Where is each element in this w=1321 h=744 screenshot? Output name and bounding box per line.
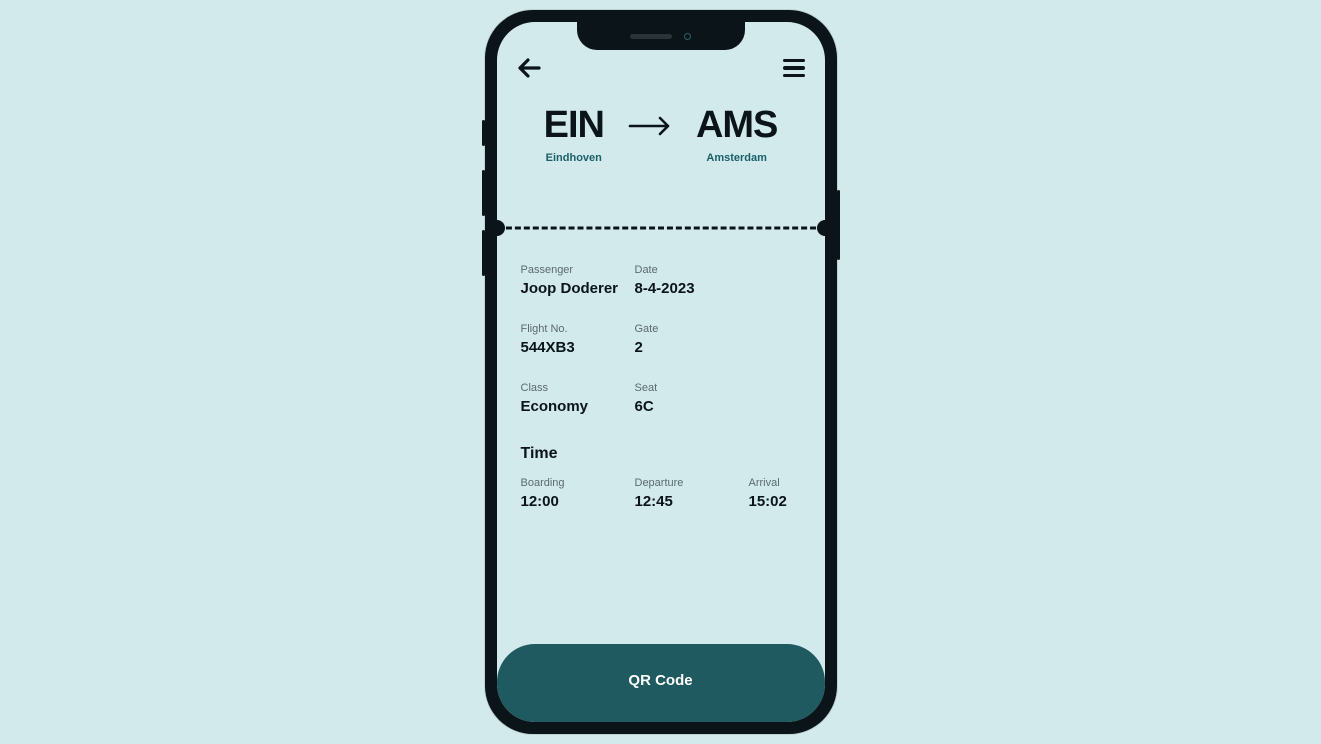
speaker: [630, 34, 672, 39]
hamburger-icon: [783, 59, 805, 63]
seat-field: Seat 6C: [635, 382, 749, 415]
gate-label: Gate: [635, 323, 749, 335]
ticket-divider: [497, 220, 825, 236]
destination-code: AMS: [696, 106, 777, 144]
date-field: Date 8-4-2023: [635, 264, 749, 297]
boarding-label: Boarding: [521, 477, 635, 489]
route-arrow: [628, 116, 672, 141]
dashed-line: [497, 227, 825, 230]
boarding-field: Boarding 12:00: [521, 477, 635, 510]
class-label: Class: [521, 382, 635, 394]
qr-code-label: QR Code: [628, 672, 692, 689]
passenger-value: Joop Doderer: [521, 280, 635, 297]
origin: EIN Eindhoven: [544, 106, 604, 164]
camera: [684, 33, 691, 40]
arrow-left-icon: [517, 58, 541, 78]
arrival-field: Arrival 15:02: [749, 477, 825, 510]
class-field: Class Economy: [521, 382, 635, 415]
date-label: Date: [635, 264, 749, 276]
destination-city: Amsterdam: [696, 152, 777, 164]
date-value: 8-4-2023: [635, 280, 749, 297]
details: Passenger Joop Doderer Date 8-4-2023 Fli…: [497, 236, 825, 415]
passenger-field: Passenger Joop Doderer: [521, 264, 635, 297]
departure-field: Departure 12:45: [635, 477, 749, 510]
arrival-value: 15:02: [749, 493, 825, 510]
origin-city: Eindhoven: [544, 152, 604, 164]
class-value: Economy: [521, 398, 635, 415]
time-title: Time: [521, 445, 801, 463]
phone-notch: [577, 22, 745, 50]
gate-field: Gate 2: [635, 323, 749, 356]
departure-label: Departure: [635, 477, 749, 489]
passenger-label: Passenger: [521, 264, 635, 276]
departure-value: 12:45: [635, 493, 749, 510]
side-button: [482, 170, 485, 216]
seat-value: 6C: [635, 398, 749, 415]
side-button: [482, 230, 485, 276]
back-button[interactable]: [517, 58, 541, 78]
side-button: [837, 190, 840, 260]
screen: EIN Eindhoven AMS Amsterdam Passenger: [497, 22, 825, 722]
destination: AMS Amsterdam: [696, 106, 777, 164]
flight-no-field: Flight No. 544XB3: [521, 323, 635, 356]
seat-label: Seat: [635, 382, 749, 394]
cutout: [817, 220, 825, 236]
boarding-value: 12:00: [521, 493, 635, 510]
time-row: Boarding 12:00 Departure 12:45 Arrival 1…: [497, 477, 825, 510]
gate-value: 2: [635, 339, 749, 356]
flight-no-value: 544XB3: [521, 339, 635, 356]
cutout: [497, 220, 505, 236]
side-button: [482, 120, 485, 146]
arrow-right-icon: [628, 116, 672, 136]
flight-no-label: Flight No.: [521, 323, 635, 335]
origin-code: EIN: [544, 106, 604, 144]
arrival-label: Arrival: [749, 477, 825, 489]
phone-frame: EIN Eindhoven AMS Amsterdam Passenger: [485, 10, 837, 734]
menu-button[interactable]: [783, 59, 805, 78]
qr-code-button[interactable]: QR Code: [497, 644, 825, 722]
route-summary: EIN Eindhoven AMS Amsterdam: [497, 106, 825, 164]
